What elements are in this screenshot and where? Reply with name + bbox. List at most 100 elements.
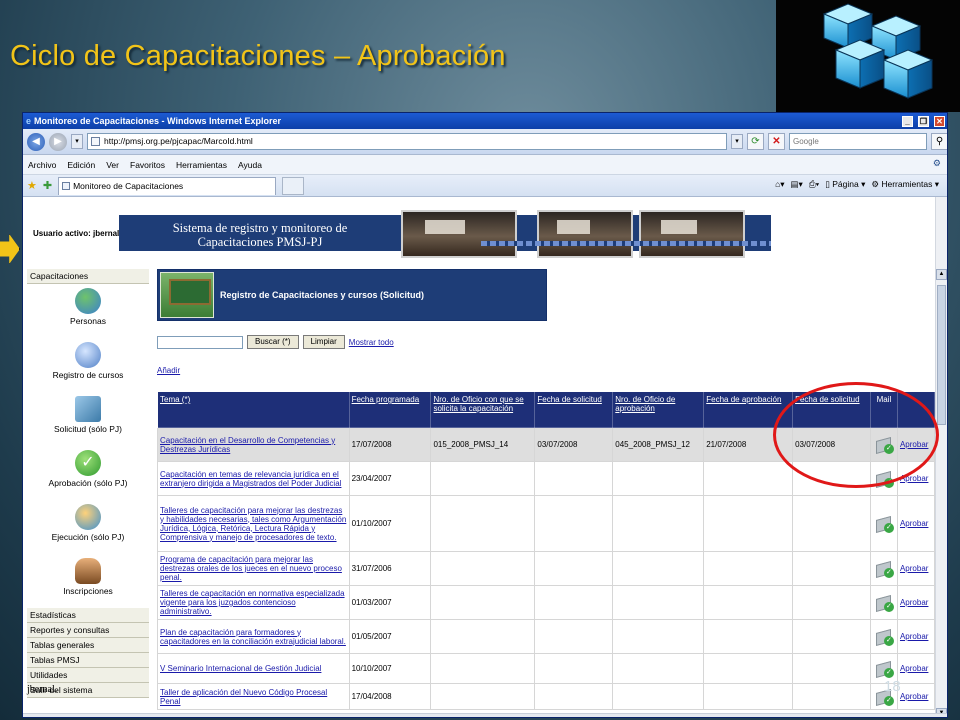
add-link[interactable]: Añadir <box>157 366 180 375</box>
command-bar: ⌂▾ ▤▾ ⎙▾ ▯ Página ▾ ⚙ Herramientas ▾ <box>775 179 939 190</box>
forward-button[interactable]: ▶ <box>49 132 67 151</box>
cell-fecha-apr <box>703 585 794 620</box>
cell-oficio-apr <box>612 551 705 586</box>
col-fecha-solicitud[interactable]: Fecha de solicitud <box>534 391 614 428</box>
sidebar-item-solicitud[interactable]: Solicitud (sólo PJ) <box>27 396 149 446</box>
cell-oficio-apr <box>612 683 705 710</box>
search-icon[interactable]: ⚲ <box>931 133 947 150</box>
sidebar-item-label: Aprobación (sólo PJ) <box>48 478 128 488</box>
cell-fecha-sol <box>534 551 614 586</box>
col-fecha-programada[interactable]: Fecha programada <box>348 391 432 428</box>
cell-fecha-prog: 10/10/2007 <box>348 653 432 684</box>
address-url: http://pmsj.org.pe/pjcapac/MarcoId.html <box>104 136 253 146</box>
close-window-button[interactable]: ✕ <box>934 115 945 127</box>
back-button[interactable]: ◀ <box>27 132 45 151</box>
col-oficio-aprobacion[interactable]: Nro. de Oficio de aprobación <box>612 391 705 428</box>
mail-approve-icon[interactable] <box>875 593 894 612</box>
page-menu[interactable]: ▯ Página ▾ <box>825 179 865 190</box>
sidebar-item-aprobacion[interactable]: ✓ Aprobación (sólo PJ) <box>27 450 149 500</box>
cell-oficio-sol: 015_2008_PMSJ_14 <box>430 427 536 462</box>
sidebar-item-label: Personas <box>70 316 106 326</box>
clear-button[interactable]: Limpiar <box>302 335 345 349</box>
menu-ver[interactable]: Ver <box>106 160 119 170</box>
mail-approve-icon[interactable] <box>875 659 894 678</box>
aprobar-link[interactable]: Aprobar <box>900 692 928 701</box>
sidebar-item-personas[interactable]: Personas <box>27 288 149 338</box>
tema-link[interactable]: Talleres de capacitación en normativa es… <box>160 589 345 616</box>
tema-link[interactable]: V Seminario Internacional de Gestión Jud… <box>160 664 321 673</box>
aprobar-link[interactable]: Aprobar <box>900 519 928 528</box>
sidebar-item-utilidades[interactable]: Utilidades <box>27 668 149 683</box>
tools-menu[interactable]: ⚙ Herramientas ▾ <box>871 179 939 190</box>
feeds-icon[interactable]: ▤▾ <box>791 179 803 190</box>
section-banner: Registro de Capacitaciones y cursos (Sol… <box>157 269 547 321</box>
menu-bar: Archivo Edición Ver Favoritos Herramient… <box>23 155 947 175</box>
scroll-up-button[interactable]: ▲ <box>936 269 947 280</box>
print-icon[interactable]: ⎙▾ <box>809 179 819 190</box>
cell-tema: Taller de aplicación del Nuevo Código Pr… <box>157 683 350 710</box>
tema-link[interactable]: Talleres de capacitación para mejorar la… <box>160 506 346 542</box>
history-dropdown[interactable]: ▾ <box>71 134 83 149</box>
aprobar-link[interactable]: Aprobar <box>900 632 928 641</box>
sidebar-item-ejecucion[interactable]: Ejecución (sólo PJ) <box>27 504 149 554</box>
cell-oficio-apr <box>612 585 705 620</box>
sidebar-item-registro-cursos[interactable]: Registro de cursos <box>27 342 149 392</box>
mail-approve-icon[interactable] <box>875 514 894 533</box>
menu-ayuda[interactable]: Ayuda <box>238 160 262 170</box>
tema-link[interactable]: Programa de capacitación para mejorar la… <box>160 555 342 582</box>
address-input[interactable]: http://pmsj.org.pe/pjcapac/MarcoId.html <box>87 133 727 150</box>
aprobar-link[interactable]: Aprobar <box>900 598 928 607</box>
table-row: Talleres de capacitación en normativa es… <box>157 585 936 620</box>
cell-tema: Talleres de capacitación para mejorar la… <box>157 495 350 552</box>
cell-oficio-sol <box>430 461 536 496</box>
tab-label: Monitoreo de Capacitaciones <box>73 180 184 191</box>
people-icon <box>75 288 101 314</box>
mail-approve-icon[interactable] <box>875 559 894 578</box>
menu-edicion[interactable]: Edición <box>67 160 95 170</box>
aprobar-link[interactable]: Aprobar <box>900 564 928 573</box>
tema-link[interactable]: Capacitación en el Desarrollo de Compete… <box>160 436 335 454</box>
sidebar-item-tablas-generales[interactable]: Tablas generales <box>27 638 149 653</box>
cell-accion: Aprobar <box>896 619 936 654</box>
refresh-icon[interactable]: ⟳ <box>747 133 764 150</box>
menu-herramientas[interactable]: Herramientas <box>176 160 227 170</box>
col-tema[interactable]: Tema (*) <box>157 391 350 428</box>
windows-live-icon[interactable]: ⚙ <box>933 158 941 169</box>
home-icon[interactable]: ⌂▾ <box>775 179 784 190</box>
tab-monitoreo[interactable]: Monitoreo de Capacitaciones <box>58 176 277 195</box>
sidebar-item-reportes[interactable]: Reportes y consultas <box>27 623 149 638</box>
cell-fecha-prog: 17/07/2008 <box>348 427 432 462</box>
cell-mail <box>869 585 898 620</box>
cell-tema: Capacitación en el Desarrollo de Compete… <box>157 427 350 462</box>
globe-icon <box>75 342 101 368</box>
tema-link[interactable]: Plan de capacitación para formadores y c… <box>160 628 346 646</box>
tema-link[interactable]: Capacitación en temas de relevancia jurí… <box>160 470 341 488</box>
show-all-link[interactable]: Mostrar todo <box>349 338 394 347</box>
minimize-button[interactable]: _ <box>902 115 913 127</box>
search-input[interactable]: Google <box>789 133 927 150</box>
sidebar-item-inscripciones[interactable]: Inscripciones <box>27 558 149 608</box>
slide-number: 18 <box>884 678 901 695</box>
mail-approve-icon[interactable] <box>875 627 894 646</box>
add-favorites-icon[interactable]: ✚ <box>43 179 52 192</box>
person-icon <box>75 558 101 584</box>
scroll-thumb[interactable] <box>937 285 946 425</box>
sidebar-item-estadisticas[interactable]: Estadísticas <box>27 608 149 623</box>
menu-favoritos[interactable]: Favoritos <box>130 160 165 170</box>
cell-mail <box>869 551 898 586</box>
new-tab-button[interactable] <box>282 176 305 195</box>
sidebar-item-capacitaciones[interactable]: Capacitaciones <box>27 269 149 284</box>
col-oficio-solicitud[interactable]: Nro. de Oficio con que se solicita la ca… <box>430 391 536 428</box>
filter-input[interactable] <box>157 335 243 349</box>
tema-link[interactable]: Taller de aplicación del Nuevo Código Pr… <box>160 688 327 706</box>
cell-fecha-sol2 <box>792 495 871 552</box>
favorites-star-icon[interactable]: ★ <box>27 179 37 192</box>
aprobar-link[interactable]: Aprobar <box>900 664 928 673</box>
restore-button[interactable]: ❐ <box>918 115 929 127</box>
menu-archivo[interactable]: Archivo <box>28 160 56 170</box>
search-button[interactable]: Buscar (*) <box>247 335 299 349</box>
sidebar-item-tablas-pmsj[interactable]: Tablas PMSJ <box>27 653 149 668</box>
address-dropdown[interactable]: ▾ <box>731 134 743 149</box>
vertical-scrollbar[interactable]: ▲ ▼ <box>935 197 947 717</box>
stop-icon[interactable]: ✕ <box>768 133 785 150</box>
